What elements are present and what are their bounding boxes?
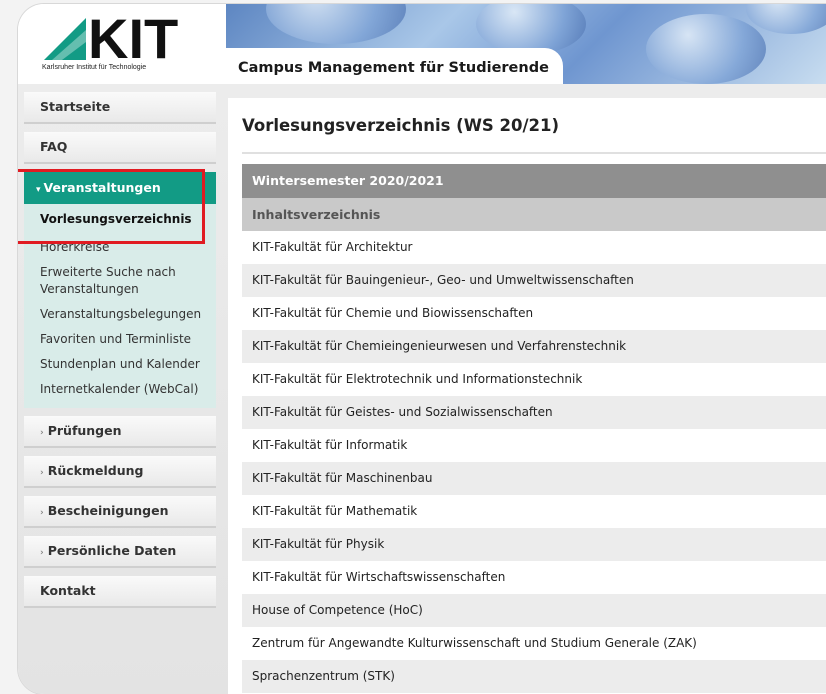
logo-subtitle: Karlsruher Institut für Technologie bbox=[42, 64, 147, 71]
highlight-box bbox=[18, 169, 205, 244]
chevron-right-icon: › bbox=[40, 548, 44, 558]
main-content: Vorlesungsverzeichnis (WS 20/21) Winters… bbox=[228, 98, 826, 694]
subnav-item-favoriten[interactable]: Favoriten und Terminliste bbox=[24, 327, 216, 352]
nav-label: Kontakt bbox=[40, 583, 96, 598]
kit-logo[interactable]: KIT Karlsruher Institut für Technologie bbox=[18, 4, 226, 84]
catalog-entry-link[interactable]: KIT-Fakultät für Chemie und Biowissensch… bbox=[242, 297, 826, 330]
nav-item-startseite[interactable]: Startseite bbox=[24, 92, 216, 124]
catalog-entry-link[interactable]: KIT-Fakultät für Wirtschaftswissenschaft… bbox=[242, 561, 826, 594]
catalog-entry-link[interactable]: KIT-Fakultät für Architektur bbox=[242, 231, 826, 264]
nav-label: Startseite bbox=[40, 99, 111, 114]
logo-text: KIT bbox=[88, 10, 178, 62]
catalog-entry-link[interactable]: KIT-Fakultät für Chemieingenieurwesen un… bbox=[242, 330, 826, 363]
catalog-entry-link[interactable]: Sprachenzentrum (STK) bbox=[242, 660, 826, 693]
catalog-entry-link[interactable]: KIT-Fakultät für Mathematik bbox=[242, 495, 826, 528]
subnav-item-erweiterte-suche[interactable]: Erweiterte Suche nach Veranstaltungen bbox=[24, 260, 216, 302]
page-title: Vorlesungsverzeichnis (WS 20/21) bbox=[242, 116, 560, 135]
semester-header: Wintersemester 2020/2021 bbox=[242, 164, 826, 198]
header-banner: Campus Management für Studierende bbox=[226, 4, 826, 84]
course-catalog-table: Wintersemester 2020/2021 Inhaltsverzeich… bbox=[242, 164, 826, 693]
catalog-entry-link[interactable]: KIT-Fakultät für Informatik bbox=[242, 429, 826, 462]
nav-label: Prüfungen bbox=[47, 423, 122, 438]
app-frame: KIT Karlsruher Institut für Technologie … bbox=[18, 4, 826, 694]
catalog-entry-link[interactable]: Zentrum für Angewandte Kulturwissenschaf… bbox=[242, 627, 826, 660]
nav-item-kontakt[interactable]: Kontakt bbox=[24, 576, 216, 608]
banner-title: Campus Management für Studierende bbox=[226, 48, 563, 84]
catalog-entry-link[interactable]: KIT-Fakultät für Bauingenieur-, Geo- und… bbox=[242, 264, 826, 297]
subnav-item-webcal[interactable]: Internetkalender (WebCal) bbox=[24, 377, 216, 402]
nav-label: FAQ bbox=[40, 139, 68, 154]
catalog-entry-link[interactable]: KIT-Fakultät für Geistes- und Sozialwiss… bbox=[242, 396, 826, 429]
nav-label: Persönliche Daten bbox=[47, 543, 177, 558]
nav-item-persoenliche-daten[interactable]: › Persönliche Daten bbox=[24, 536, 216, 568]
chevron-right-icon: › bbox=[40, 428, 44, 438]
catalog-entry-link[interactable]: KIT-Fakultät für Maschinenbau bbox=[242, 462, 826, 495]
chevron-right-icon: › bbox=[40, 468, 44, 478]
toc-header: Inhaltsverzeichnis bbox=[242, 198, 826, 231]
nav-item-pruefungen[interactable]: › Prüfungen bbox=[24, 416, 216, 448]
nav-item-faq[interactable]: FAQ bbox=[24, 132, 216, 164]
nav-label: Bescheinigungen bbox=[47, 503, 169, 518]
nav-item-rueckmeldung[interactable]: › Rückmeldung bbox=[24, 456, 216, 488]
nav-item-bescheinigungen[interactable]: › Bescheinigungen bbox=[24, 496, 216, 528]
nav-label: Rückmeldung bbox=[47, 463, 144, 478]
kit-logo-icon: KIT bbox=[44, 10, 178, 62]
catalog-entry-link[interactable]: KIT-Fakultät für Elektrotechnik und Info… bbox=[242, 363, 826, 396]
subnav-item-belegungen[interactable]: Veranstaltungsbelegungen bbox=[24, 302, 216, 327]
subnav-item-stundenplan[interactable]: Stundenplan und Kalender bbox=[24, 352, 216, 377]
title-divider bbox=[242, 152, 826, 154]
catalog-entry-link[interactable]: House of Competence (HoC) bbox=[242, 594, 826, 627]
chevron-right-icon: › bbox=[40, 508, 44, 518]
catalog-entries: KIT-Fakultät für Architektur KIT-Fakultät… bbox=[242, 231, 826, 693]
catalog-entry-link[interactable]: KIT-Fakultät für Physik bbox=[242, 528, 826, 561]
